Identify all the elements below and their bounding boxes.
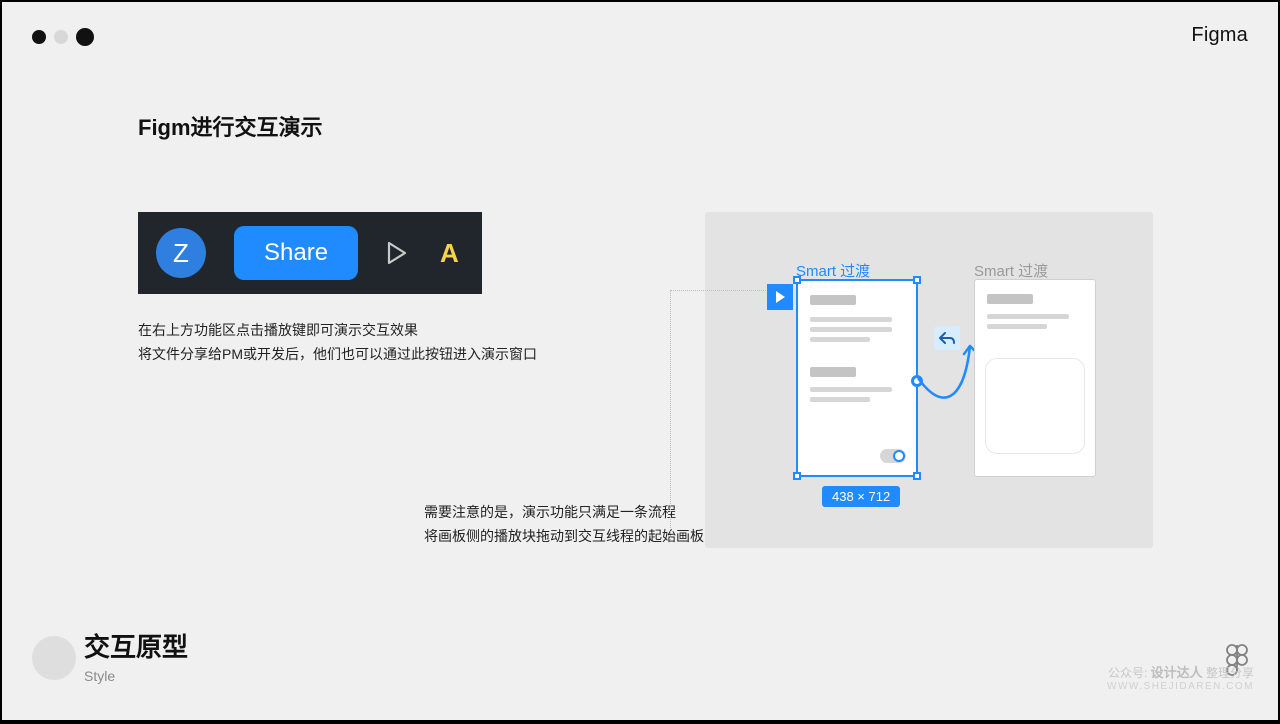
window-dots <box>32 28 94 46</box>
text-line: 需要注意的是，演示功能只满足一条流程 <box>424 500 704 524</box>
play-chip-icon[interactable] <box>767 284 793 310</box>
selection-handle-icon[interactable] <box>913 276 921 284</box>
placeholder-bar <box>810 295 856 305</box>
image-placeholder <box>985 358 1085 454</box>
dot-icon <box>76 28 94 46</box>
frame-a-label: Smart 过渡 <box>796 260 870 281</box>
text-line: 将文件分享给PM或开发后，他们也可以通过此按钮进入演示窗口 <box>138 342 537 366</box>
trailing-letter: A <box>440 238 459 269</box>
footer-title: 交互原型 <box>84 627 188 664</box>
frame-b[interactable] <box>974 279 1096 477</box>
placeholder-bar <box>810 317 892 322</box>
slide-page: Figma Figm进行交互演示 Z Share A 在右上方功能区点击播放键即… <box>2 2 1278 720</box>
section-title: Figm进行交互演示 <box>138 110 323 142</box>
dot-icon <box>32 30 46 44</box>
placeholder-bar <box>987 324 1047 329</box>
placeholder-bar <box>810 337 870 342</box>
play-icon[interactable] <box>386 241 408 265</box>
dotted-guide <box>670 290 766 291</box>
figma-toolbar: Z Share A <box>138 212 482 294</box>
brand-label: Figma <box>1191 24 1248 47</box>
text-line: 在右上方功能区点击播放键即可演示交互效果 <box>138 318 537 342</box>
footer-subtitle: Style <box>84 668 115 684</box>
placeholder-bar <box>987 314 1069 319</box>
left-description: 在右上方功能区点击播放键即可演示交互效果 将文件分享给PM或开发后，他们也可以通… <box>138 318 537 366</box>
selection-handle-icon[interactable] <box>913 472 921 480</box>
selection-handle-icon[interactable] <box>793 472 801 480</box>
back-button[interactable] <box>934 326 960 350</box>
text-line: 将画板侧的播放块拖动到交互线程的起始画板 <box>424 524 704 548</box>
watermark: 公众号: 设计达人 整理分享 WWW.SHEJIDAREN.COM <box>1107 662 1254 692</box>
reply-arrow-icon <box>939 331 955 345</box>
dimensions-badge: 438 × 712 <box>822 486 900 507</box>
placeholder-bar <box>987 294 1033 304</box>
placeholder-bar <box>810 387 892 392</box>
dot-icon <box>54 30 68 44</box>
watermark-url: WWW.SHEJIDAREN.COM <box>1107 681 1254 692</box>
placeholder-bar <box>810 327 892 332</box>
watermark-suffix: 整理分享 <box>1206 666 1254 680</box>
placeholder-bar <box>810 367 856 377</box>
toggle-icon[interactable] <box>880 449 906 463</box>
user-avatar[interactable]: Z <box>156 228 206 278</box>
dotted-guide <box>670 290 671 540</box>
share-button[interactable]: Share <box>234 226 358 280</box>
middle-description: 需要注意的是，演示功能只满足一条流程 将画板侧的播放块拖动到交互线程的起始画板 <box>424 500 704 548</box>
placeholder-bar <box>810 397 870 402</box>
footer-bullet-icon <box>32 636 76 680</box>
frame-a[interactable] <box>796 279 918 477</box>
selection-handle-icon[interactable] <box>793 276 801 284</box>
watermark-prefix: 公众号: <box>1108 666 1147 680</box>
watermark-name: 设计达人 <box>1151 665 1203 680</box>
frame-b-label: Smart 过渡 <box>974 260 1048 281</box>
